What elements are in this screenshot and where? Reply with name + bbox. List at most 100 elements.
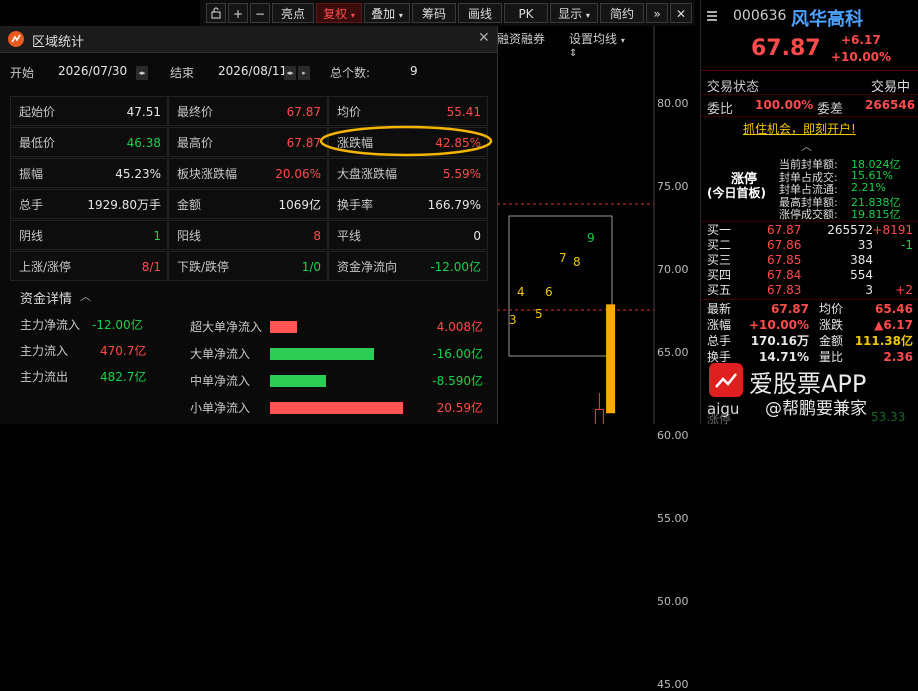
td-count-label: 6 xyxy=(545,285,553,299)
td-count-label: 8 xyxy=(573,255,581,269)
td-count-label: 9 xyxy=(587,231,595,245)
buy-level-row[interactable]: 买二 67.86 33 -1 xyxy=(707,238,913,253)
trade-status-label: 交易状态 xyxy=(707,80,760,95)
buy-level-price: 67.84 xyxy=(767,268,802,282)
toolbar-btn-diejia[interactable]: 叠加 ▾ xyxy=(364,3,410,23)
buy-level-label: 买二 xyxy=(707,238,732,252)
plus-icon[interactable]: + xyxy=(228,3,248,23)
end-label: 结束 xyxy=(170,66,195,80)
buy-level-row[interactable]: 买一 67.87 265572 +8191 xyxy=(707,223,913,238)
detail-value: 170.16万 xyxy=(750,334,809,348)
detail-label: 总手 xyxy=(707,334,732,348)
stat-label: 资金净流向 xyxy=(337,260,398,274)
fund-right-value: -16.00亿 xyxy=(432,347,483,361)
start-date-input[interactable]: 2026/07/30 xyxy=(58,64,127,78)
dialog-titlebar[interactable]: 区域统计 ✕ xyxy=(0,26,497,53)
weibi-value: 100.00% xyxy=(755,98,814,112)
buy-level-row[interactable]: 买四 67.84 554 xyxy=(707,268,913,283)
stat-cell: 均价 55.41 xyxy=(328,96,488,126)
toolbar-btn-pk[interactable]: PK xyxy=(504,3,548,23)
stat-label: 最终价 xyxy=(177,105,214,119)
toolbar-btn-chouma[interactable]: 筹码 xyxy=(412,3,456,23)
end-date-input[interactable]: 2026/08/11 xyxy=(218,64,287,78)
detail-label: 涨幅 xyxy=(707,318,732,332)
kline-chart[interactable]: 融资融券 设置均线 ▾ ⇕ 3456789 80.00 75.00 70.00 65.… xyxy=(497,26,695,691)
y-axis-label: 55.00 xyxy=(657,512,689,525)
toolbar-btn-liangdian[interactable]: 亮点 xyxy=(272,3,314,23)
stat-label: 下跌/跌停 xyxy=(177,260,230,274)
detail-label: 均价 xyxy=(819,302,844,316)
collapse-chevron-icon[interactable]: ︿ xyxy=(801,138,812,154)
stat-label: 平线 xyxy=(337,229,362,243)
y-axis-label: 60.00 xyxy=(657,429,689,442)
stat-label: 金额 xyxy=(177,198,202,212)
detail-value: 111.38亿 xyxy=(854,334,913,348)
fund-left-label: 主力净流入 xyxy=(20,318,81,332)
collapse-chevron-icon[interactable]: ︿ xyxy=(80,288,91,304)
buy-level-volume: 265572 xyxy=(827,223,873,237)
detail-value: 65.46 xyxy=(875,302,913,316)
buy-level-row[interactable]: 买五 67.83 3 +2 xyxy=(707,283,913,298)
quote-detail-row: 最新 67.87 均价 65.46 xyxy=(707,302,913,317)
double-right-icon[interactable]: » xyxy=(646,3,668,23)
unlock-icon[interactable] xyxy=(206,3,226,23)
buy-level-label: 买一 xyxy=(707,223,732,237)
y-axis-label: 70.00 xyxy=(657,263,689,276)
trade-status-value: 交易中 xyxy=(871,80,911,95)
stat-cell: 起始价 47.51 xyxy=(10,96,168,126)
toolbar-btn-jianyue[interactable]: 简约 xyxy=(600,3,644,23)
stat-cell: 下跌/跌停 1/0 xyxy=(168,251,328,281)
stat-value: 1929.80万手 xyxy=(87,198,161,212)
toolbar-btn-xianshi[interactable]: 显示 ▾ xyxy=(550,3,598,23)
fund-flow-bar xyxy=(270,348,374,360)
stat-cell: 资金净流向 -12.00亿 xyxy=(328,251,488,281)
stat-label: 均价 xyxy=(337,105,362,119)
minus-icon[interactable]: − xyxy=(250,3,270,23)
end-date-stepper[interactable]: ◂▸ xyxy=(284,66,296,80)
quote-detail-row: 涨幅 +10.00% 涨跌 ▲6.17 xyxy=(707,318,913,333)
bottom-limit-label: 涨停 xyxy=(707,412,732,426)
dialog-close-icon[interactable]: ✕ xyxy=(478,30,490,46)
limit-stat-value: 2.21% xyxy=(851,181,886,194)
stat-value: 20.06% xyxy=(275,167,321,181)
stat-label: 振幅 xyxy=(19,167,44,181)
y-axis-label: 75.00 xyxy=(657,180,689,193)
fund-right-value: -8.590亿 xyxy=(432,374,483,388)
candle xyxy=(606,304,616,414)
toolbar-btn-fuquan[interactable]: 复权 ▾ xyxy=(316,3,362,23)
buy-level-label: 买三 xyxy=(707,253,732,267)
buy-level-change: +8191 xyxy=(872,223,913,237)
stat-label: 大盘涨跌幅 xyxy=(337,167,398,181)
divider xyxy=(701,70,918,71)
stat-cell: 振幅 45.23% xyxy=(10,158,168,188)
buy-level-volume: 554 xyxy=(850,268,873,282)
td-count-label: 7 xyxy=(559,251,567,265)
stat-value: 5.59% xyxy=(442,167,481,181)
toolbar-btn-huaxian[interactable]: 画线 xyxy=(458,3,502,23)
td-count-label: 4 xyxy=(517,285,525,299)
td-count-label: 5 xyxy=(535,307,543,321)
stat-cell: 板块涨跌幅 20.06% xyxy=(168,158,328,188)
limit-stat-label: 涨停成交额: xyxy=(779,208,838,221)
fund-right-label: 大单净流入 xyxy=(190,347,251,361)
detail-value: +10.00% xyxy=(748,318,809,332)
quote-panel: 000636 风华高科 67.87 +6.17 +10.00% 交易状态 交易中… xyxy=(700,0,918,426)
start-date-stepper[interactable]: ◂▸ xyxy=(136,66,148,80)
stat-cell: 换手率 166.79% xyxy=(328,189,488,219)
stock-name: 风华高科 xyxy=(791,9,863,30)
buy-level-price: 67.85 xyxy=(767,253,802,267)
close-icon[interactable]: ✕ xyxy=(670,3,692,23)
chart-toolbar: + − 亮点 复权 ▾ 叠加 ▾ 筹码 画线 PK 显示 ▾ 简约 » ✕ xyxy=(200,0,695,27)
menu-list-icon[interactable] xyxy=(707,10,717,22)
fund-right-value: 20.59亿 xyxy=(436,401,483,415)
end-date-stepper-right[interactable]: ▸ xyxy=(298,66,310,80)
count-label: 总个数: xyxy=(330,66,371,80)
dropdown-icon: ▾ xyxy=(350,11,355,20)
count-value: 9 xyxy=(410,64,418,78)
buy-level-row[interactable]: 买三 67.85 384 xyxy=(707,253,913,268)
region-stats-dialog: 区域统计 ✕ 开始 2026/07/30 ◂▸ 结束 2026/08/11 ◂▸… xyxy=(0,26,498,424)
toolbar-btn-label: 复权 xyxy=(323,7,348,21)
stat-value: 55.41 xyxy=(446,105,481,119)
promo-link[interactable]: 抓住机会，即刻开户! xyxy=(743,120,856,137)
stat-value: 45.23% xyxy=(115,167,161,181)
